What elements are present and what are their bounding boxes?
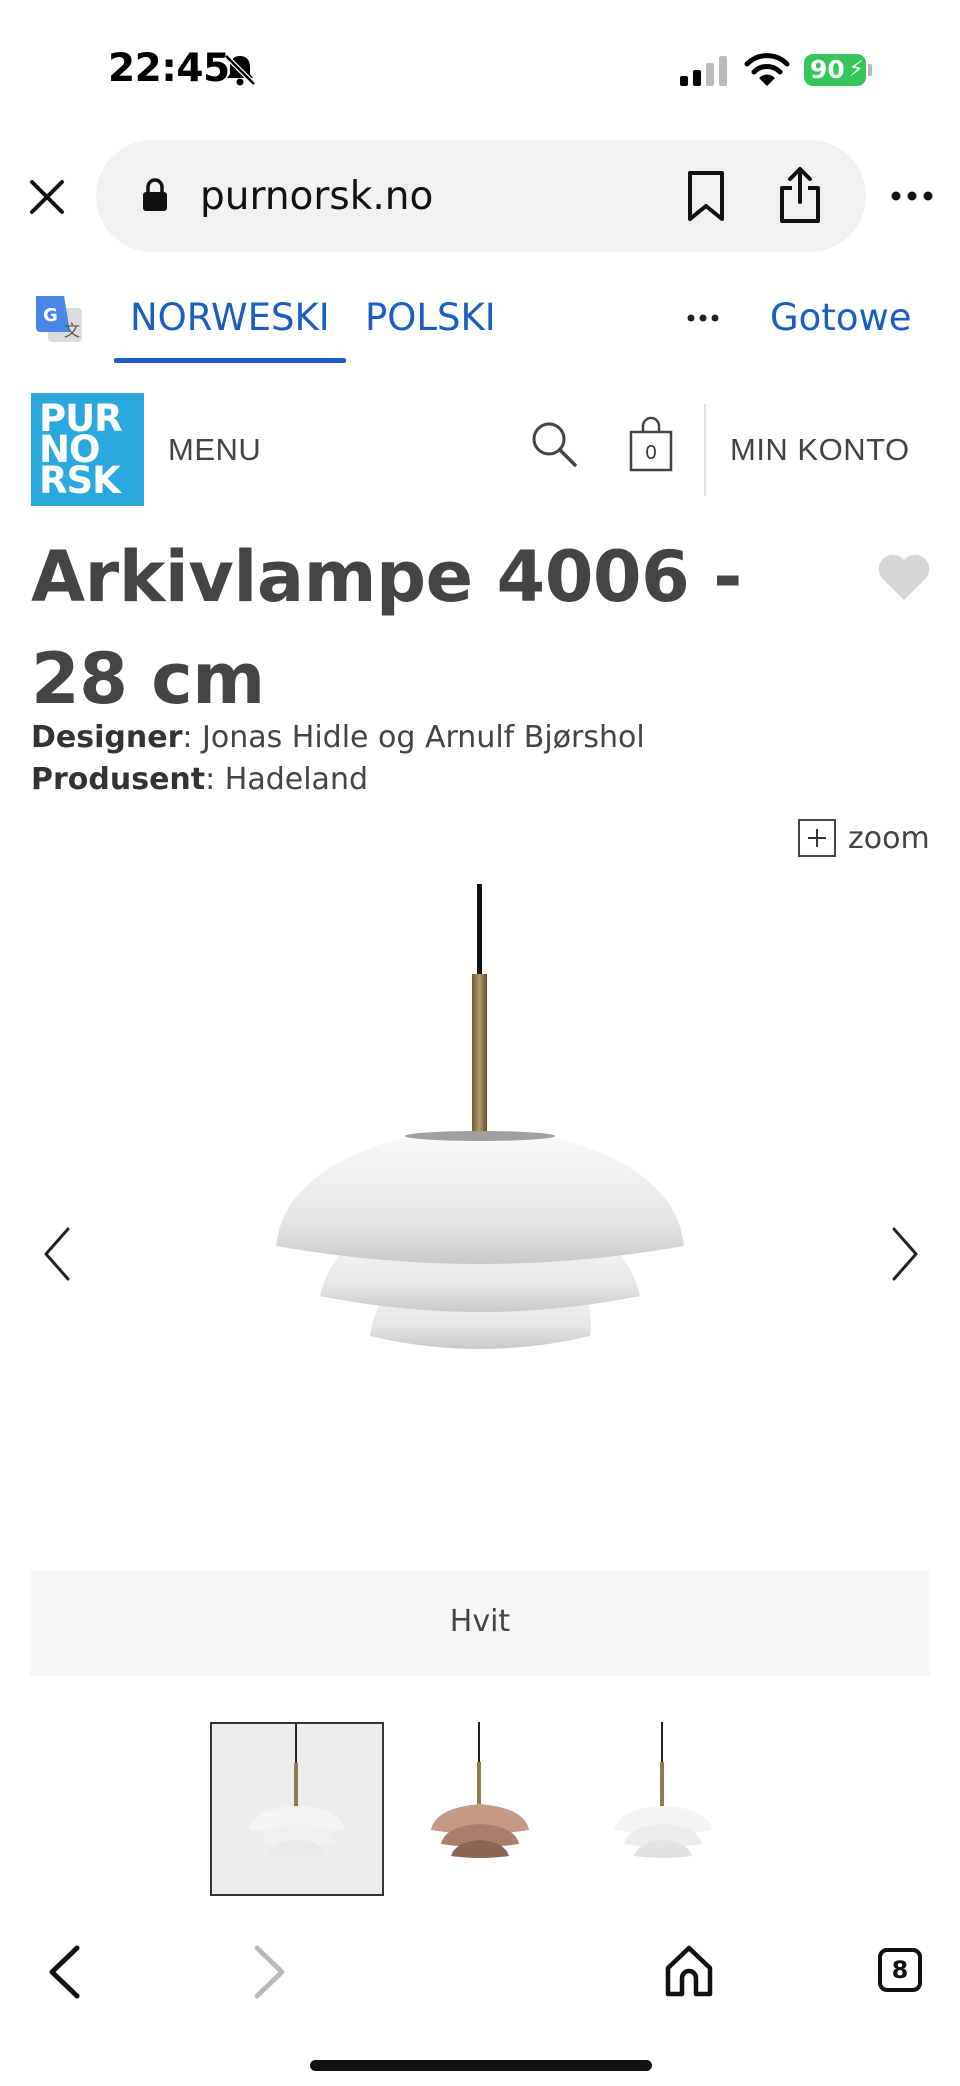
battery-indicator: 90 ⚡ (804, 54, 866, 86)
account-button[interactable]: MIN KONTO (730, 432, 910, 468)
product-image (276, 884, 684, 1349)
battery-charging-icon: ⚡ (848, 57, 864, 82)
browser-toolbar: 8 (0, 1920, 960, 2086)
favorite-heart-icon[interactable] (876, 552, 932, 602)
product-title: Arkivlampe 4006 - 28 cm (31, 536, 742, 720)
more-icon[interactable] (890, 188, 934, 204)
lock-icon (143, 178, 167, 211)
battery-level: 90 (810, 55, 845, 84)
bookmark-icon[interactable] (686, 170, 726, 222)
url-text: purnorsk.no (200, 174, 434, 219)
translate-done-button[interactable]: Gotowe (770, 296, 911, 339)
tab-source-language[interactable]: NORWESKI (114, 296, 346, 363)
chevron-left-icon[interactable] (42, 1226, 72, 1282)
svg-text:G: G (43, 305, 58, 326)
variant-selector[interactable]: Hvit (30, 1570, 930, 1676)
back-arrow-icon[interactable] (46, 1944, 82, 2000)
designer-line: Designer: Jonas Hidle og Arnulf Bjørshol (31, 720, 645, 755)
menu-button[interactable]: MENU (168, 432, 261, 468)
thumbnail-white[interactable] (210, 1722, 384, 1896)
home-icon[interactable] (664, 1944, 714, 1998)
address-bar[interactable]: purnorsk.no (96, 140, 866, 252)
share-icon[interactable] (778, 166, 822, 224)
variant-label: Hvit (449, 1604, 511, 1639)
designer-value: : Jonas Hidle og Arnulf Bjørshol (182, 720, 645, 755)
cart-button[interactable]: 0 (628, 416, 674, 472)
producer-label: Produsent (31, 762, 206, 797)
wifi-icon (744, 53, 790, 86)
thumbnail-amber[interactable] (393, 1722, 567, 1896)
logo-line: RSK (39, 459, 121, 502)
close-icon[interactable] (24, 174, 70, 220)
zoom-plus-icon (798, 819, 836, 857)
signal-icon (680, 56, 727, 86)
designer-label: Designer (31, 720, 183, 755)
thumbnail-white-alt[interactable] (576, 1722, 750, 1896)
bell-slash-icon (224, 54, 256, 86)
lamp-thumbnail-image (431, 1722, 529, 1858)
header-divider (704, 404, 706, 496)
tab-target-language[interactable]: POLSKI (365, 296, 496, 339)
tabs-button[interactable]: 8 (878, 1948, 922, 1992)
purnorsk-logo[interactable]: PUR NO RSK (31, 393, 144, 506)
svg-text:文: 文 (64, 321, 80, 340)
battery-cap (868, 64, 872, 76)
translate-more-icon[interactable] (686, 312, 720, 324)
cart-count: 0 (645, 442, 657, 464)
producer-line: Produsent: Hadeland (31, 762, 368, 797)
chevron-right-icon[interactable] (890, 1226, 920, 1282)
zoom-label: zoom (848, 820, 930, 856)
lamp-thumbnail-image (614, 1722, 712, 1858)
forward-arrow-icon[interactable] (252, 1944, 288, 2000)
home-indicator[interactable] (310, 2060, 652, 2071)
zoom-button[interactable]: zoom (798, 818, 930, 858)
lamp-thumbnail-image (249, 1724, 345, 1857)
status-bar: 22:45 90 ⚡ (0, 0, 960, 130)
search-icon[interactable] (530, 420, 578, 468)
google-translate-icon: G 文 (36, 296, 82, 342)
status-time: 22:45 (108, 46, 230, 91)
producer-value: : Hadeland (205, 762, 369, 797)
